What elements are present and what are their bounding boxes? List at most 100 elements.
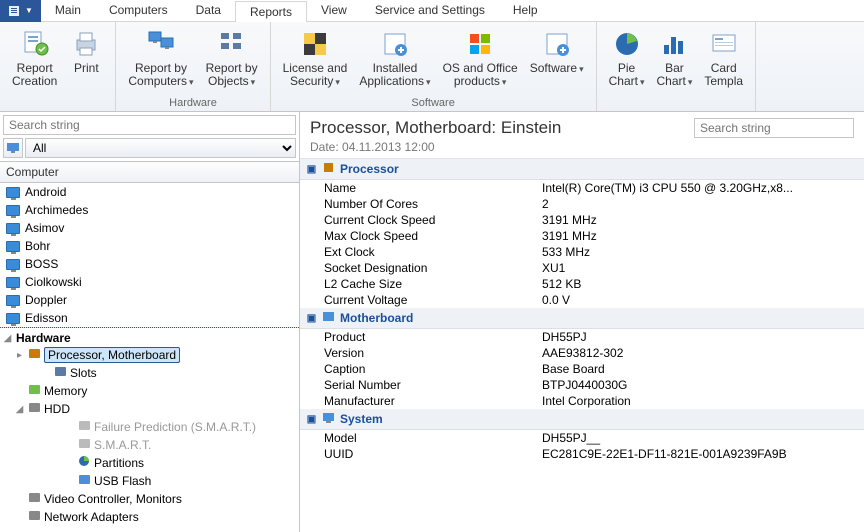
tree-node-memory[interactable]: Memory bbox=[0, 382, 299, 400]
section-processor[interactable]: ▣Processor bbox=[300, 159, 864, 180]
menu-computers[interactable]: Computers bbox=[95, 0, 182, 21]
tree-node-hdd[interactable]: ◢ HDD bbox=[0, 400, 299, 418]
tree-label: Slots bbox=[70, 366, 97, 380]
computer-item-archimedes[interactable]: Archimedes bbox=[0, 201, 299, 219]
collapse-icon[interactable]: ▣ bbox=[306, 313, 317, 324]
file-tab[interactable]: ▼ bbox=[0, 0, 41, 22]
prop-name: Socket Designation bbox=[306, 261, 542, 275]
prop-row: ProductDH55PJ bbox=[300, 329, 864, 345]
prop-name: Serial Number bbox=[306, 378, 542, 392]
menu-view[interactable]: View bbox=[307, 0, 361, 21]
usb-icon bbox=[78, 473, 91, 489]
report-date: Date: 04.11.2013 12:00 bbox=[310, 140, 561, 154]
collapse-icon[interactable]: ▣ bbox=[306, 164, 317, 175]
menu-help[interactable]: Help bbox=[499, 0, 552, 21]
computer-search-input[interactable] bbox=[3, 115, 296, 135]
ribbon-card-templa[interactable]: CardTempla bbox=[698, 25, 749, 108]
section-title: System bbox=[340, 412, 383, 426]
tree-node-failure-prediction-s-m-a-r-t-[interactable]: Failure Prediction (S.M.A.R.T.) bbox=[0, 418, 299, 436]
ribbon-license-and-security[interactable]: License andSecurity▾ bbox=[277, 25, 354, 96]
ribbon-installed-applications[interactable]: InstalledApplications▾ bbox=[353, 25, 436, 96]
right-panel: Processor, Motherboard: Einstein Date: 0… bbox=[300, 112, 864, 532]
monitor-icon bbox=[6, 205, 20, 216]
prop-value: 0.0 V bbox=[542, 293, 858, 307]
tree-node-usb-flash[interactable]: USB Flash bbox=[0, 472, 299, 490]
menu-service-and-settings[interactable]: Service and Settings bbox=[361, 0, 499, 21]
hdd-icon bbox=[28, 401, 41, 417]
computer-label: BOSS bbox=[25, 257, 58, 271]
ribbon-group-label bbox=[603, 108, 749, 110]
computer-item-edisson[interactable]: Edisson bbox=[0, 309, 299, 327]
ribbon-label: Report byObjects▾ bbox=[206, 62, 258, 89]
prop-value: 3191 MHz bbox=[542, 229, 858, 243]
ribbon-report-by-objects[interactable]: Report byObjects▾ bbox=[200, 25, 264, 96]
tree-node-s-m-a-r-t-[interactable]: S.M.A.R.T. bbox=[0, 436, 299, 454]
ribbon-os-and-office-products[interactable]: OS and Officeproducts▾ bbox=[437, 25, 524, 96]
computer-item-bohr[interactable]: Bohr bbox=[0, 237, 299, 255]
computer-label: Doppler bbox=[25, 293, 67, 307]
filter-icon[interactable] bbox=[3, 138, 23, 158]
computer-item-boss[interactable]: BOSS bbox=[0, 255, 299, 273]
prop-name: Ext Clock bbox=[306, 245, 542, 259]
prop-value: 2 bbox=[542, 197, 858, 211]
menu-main[interactable]: Main bbox=[41, 0, 95, 21]
ribbon-print[interactable]: Print bbox=[63, 25, 109, 108]
prop-name: Name bbox=[306, 181, 542, 195]
computer-label: Edisson bbox=[25, 311, 68, 325]
prop-name: L2 Cache Size bbox=[306, 277, 542, 291]
monitor-icon bbox=[6, 259, 20, 270]
computer-list: AndroidArchimedes Asimov Bohr BOSS Ciolkowsk… bbox=[0, 183, 299, 328]
report-icon bbox=[20, 27, 50, 61]
net-icon bbox=[28, 509, 41, 525]
expand-icon[interactable]: ◢ bbox=[14, 404, 25, 415]
monitor-icon bbox=[6, 277, 20, 288]
prop-row: UUIDEC281C9E-22E1-DF11-821E-001A9239FA9B bbox=[300, 446, 864, 462]
expand-icon[interactable]: ▸ bbox=[14, 350, 25, 361]
ribbon-software[interactable]: Software▾ bbox=[524, 25, 590, 96]
ribbon-bar-chart[interactable]: BarChart▾ bbox=[651, 25, 699, 108]
prop-row: ManufacturerIntel Corporation bbox=[300, 393, 864, 409]
section-system[interactable]: ▣ System bbox=[300, 409, 864, 430]
ribbon-label: PieChart▾ bbox=[609, 62, 645, 89]
ribbon-pie-chart[interactable]: PieChart▾ bbox=[603, 25, 651, 108]
computer-item-android[interactable]: Android bbox=[0, 183, 299, 201]
computer-item-ciolkowski[interactable]: Ciolkowski bbox=[0, 273, 299, 291]
ribbon-group-label: Hardware bbox=[122, 96, 263, 110]
tree-node-video-controller-monitors[interactable]: Video Controller, Monitors bbox=[0, 490, 299, 508]
tree-node-partitions[interactable]: Partitions bbox=[0, 454, 299, 472]
left-panel: All Computer AndroidArchimedes Asimov Bohr… bbox=[0, 112, 300, 532]
prop-name: UUID bbox=[306, 447, 542, 461]
prop-row: NameIntel(R) Core(TM) i3 CPU 550 @ 3.20G… bbox=[300, 180, 864, 196]
tree-label: Partitions bbox=[94, 456, 144, 470]
menu-reports[interactable]: Reports bbox=[235, 1, 307, 22]
card-icon bbox=[709, 27, 739, 61]
computer-label: Asimov bbox=[25, 221, 64, 235]
pie-icon bbox=[612, 27, 642, 61]
column-header-computer[interactable]: Computer bbox=[0, 161, 299, 183]
smart-icon bbox=[78, 419, 91, 435]
tree-label: HDD bbox=[44, 402, 70, 416]
prop-value: AAE93812-302 bbox=[542, 346, 858, 360]
collapse-icon[interactable]: ◢ bbox=[2, 333, 13, 344]
tree-root[interactable]: Hardware bbox=[16, 331, 71, 345]
property-search-input[interactable] bbox=[694, 118, 854, 138]
monitor-icon bbox=[6, 223, 20, 234]
computer-label: Bohr bbox=[25, 239, 50, 253]
tree-node-slots[interactable]: Slots bbox=[0, 364, 299, 382]
prop-value: 533 MHz bbox=[542, 245, 858, 259]
computer-item-einstein[interactable]: Einstein bbox=[0, 327, 299, 328]
prop-name: Max Clock Speed bbox=[306, 229, 542, 243]
ribbon-report-creation[interactable]: ReportCreation bbox=[6, 25, 63, 108]
filter-select[interactable]: All bbox=[25, 138, 296, 158]
section-motherboard[interactable]: ▣Motherboard bbox=[300, 308, 864, 329]
prop-row: Serial NumberBTPJ0440030G bbox=[300, 377, 864, 393]
computer-item-asimov[interactable]: Asimov bbox=[0, 219, 299, 237]
collapse-icon[interactable]: ▣ bbox=[306, 414, 317, 425]
tree-node-processor-motherboard[interactable]: ▸Processor, Motherboard bbox=[0, 346, 299, 364]
computer-item-doppler[interactable]: Doppler bbox=[0, 291, 299, 309]
ribbon-report-by-computers[interactable]: Report byComputers▾ bbox=[122, 25, 199, 96]
ribbon-label: CardTempla bbox=[704, 62, 743, 88]
tree-node-network-adapters[interactable]: Network Adapters bbox=[0, 508, 299, 526]
menu-data[interactable]: Data bbox=[182, 0, 235, 21]
ribbon: ReportCreationPrint Report byComputers▾ Re… bbox=[0, 22, 864, 112]
